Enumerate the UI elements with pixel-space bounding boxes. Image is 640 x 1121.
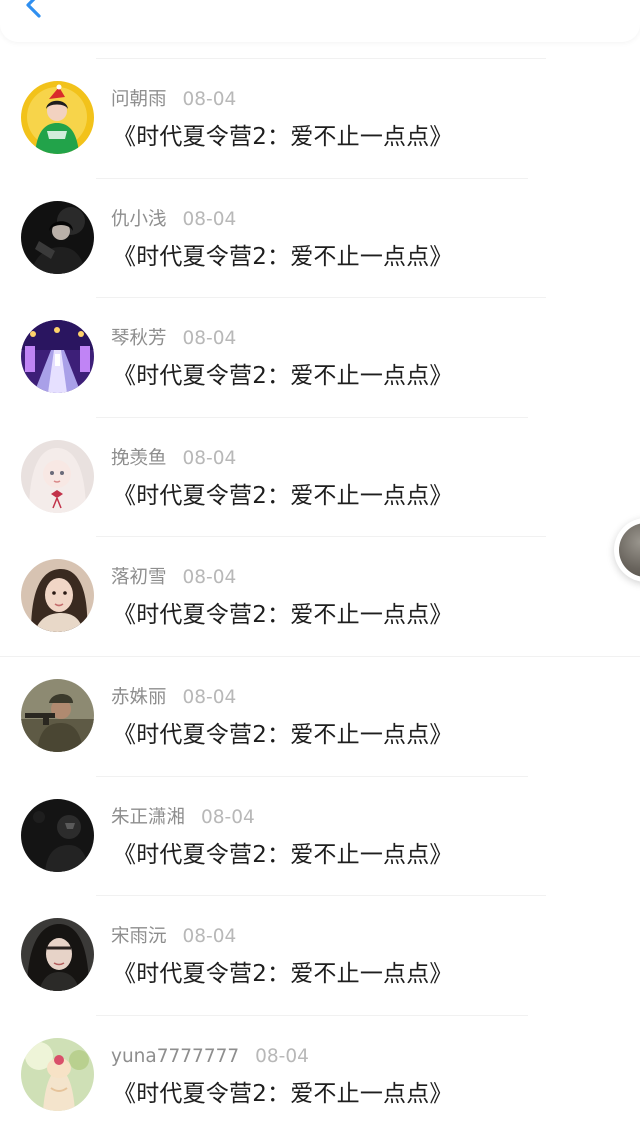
comment-meta: 朱正潇湘 08-04 <box>111 806 255 830</box>
selfie-woman-avatar[interactable] <box>21 918 94 991</box>
comment-text: 《时代夏令营2：爱不止一点点》 <box>113 602 453 628</box>
username[interactable]: 挽羡鱼 <box>111 448 167 469</box>
comment-row[interactable]: 问朝雨 08-04 《时代夏令营2：爱不止一点点》 <box>0 81 640 201</box>
row-divider <box>96 297 546 298</box>
comment-date: 08-04 <box>182 926 237 947</box>
comment-meta: 挽羡鱼 08-04 <box>111 447 236 471</box>
comment-row[interactable]: 仇小浅 08-04 《时代夏令营2：爱不止一点点》 <box>0 201 640 321</box>
username[interactable]: 落初雪 <box>111 567 167 588</box>
dessert-avatar[interactable] <box>21 1038 94 1111</box>
comment-text: 《时代夏令营2：爱不止一点点》 <box>113 244 453 270</box>
username[interactable]: 宋雨沅 <box>111 926 167 947</box>
comment-date: 08-04 <box>182 567 237 588</box>
top-bar <box>0 0 640 42</box>
comment-text: 《时代夏令营2：爱不止一点点》 <box>113 842 453 868</box>
comment-date: 08-04 <box>182 209 237 230</box>
comment-text: 《时代夏令营2：爱不止一点点》 <box>113 363 453 389</box>
username[interactable]: 仇小浅 <box>111 209 167 230</box>
comment-text: 《时代夏令营2：爱不止一点点》 <box>113 722 453 748</box>
selfie-girl-avatar[interactable] <box>21 559 94 632</box>
chevron-left-icon[interactable] <box>18 0 48 28</box>
comment-meta: yuna7777777 08-04 <box>111 1045 309 1069</box>
username[interactable]: 朱正潇湘 <box>111 807 185 828</box>
comment-meta: 赤姝丽 08-04 <box>111 686 236 710</box>
row-divider <box>96 536 546 537</box>
dark-figure-avatar[interactable] <box>21 799 94 872</box>
comment-date: 08-04 <box>182 687 237 708</box>
row-divider <box>96 776 528 777</box>
comment-row[interactable]: 挽羡鱼 08-04 《时代夏令营2：爱不止一点点》 <box>0 440 640 560</box>
comment-date: 08-04 <box>201 807 255 828</box>
row-divider <box>96 1015 528 1016</box>
comment-text: 《时代夏令营2：爱不止一点点》 <box>113 1081 453 1107</box>
comment-text: 《时代夏令营2：爱不止一点点》 <box>113 961 453 987</box>
comment-date: 08-04 <box>182 328 237 349</box>
floating-avatar-image <box>619 523 640 577</box>
pale-doll-avatar[interactable] <box>21 440 94 513</box>
dark-portrait-avatar[interactable] <box>21 201 94 274</box>
comment-date: 08-04 <box>255 1046 309 1067</box>
comment-row[interactable]: 宋雨沅 08-04 《时代夏令营2：爱不止一点点》 <box>0 918 640 1038</box>
comment-meta: 琴秋芳 08-04 <box>111 327 236 351</box>
comment-row[interactable]: 朱正潇湘 08-04 《时代夏令营2：爱不止一点点》 <box>0 799 640 919</box>
comment-text: 《时代夏令营2：爱不止一点点》 <box>113 483 453 509</box>
row-divider <box>0 656 640 657</box>
username[interactable]: 赤姝丽 <box>111 687 167 708</box>
comment-meta: 宋雨沅 08-04 <box>111 925 236 949</box>
row-divider <box>96 417 528 418</box>
username[interactable]: 琴秋芳 <box>111 328 167 349</box>
comment-row[interactable]: 落初雪 08-04 《时代夏令营2：爱不止一点点》 <box>0 559 640 679</box>
purple-hall-avatar[interactable] <box>21 320 94 393</box>
comment-date: 08-04 <box>182 448 237 469</box>
comment-meta: 仇小浅 08-04 <box>111 208 236 232</box>
username[interactable]: yuna7777777 <box>111 1046 239 1067</box>
row-divider <box>96 895 546 896</box>
comment-meta: 问朝雨 08-04 <box>111 88 236 112</box>
row-divider <box>96 178 528 179</box>
comment-meta: 落初雪 08-04 <box>111 566 236 590</box>
green-costume-avatar[interactable] <box>21 81 94 154</box>
comment-list-page: 问朝雨 08-04 《时代夏令营2：爱不止一点点》 仇小浅 08-04 《时代夏令营… <box>0 0 640 1121</box>
comment-date: 08-04 <box>182 89 237 110</box>
username[interactable]: 问朝雨 <box>111 89 167 110</box>
comment-row[interactable]: 琴秋芳 08-04 《时代夏令营2：爱不止一点点》 <box>0 320 640 440</box>
soldier-avatar[interactable] <box>21 679 94 752</box>
comment-row[interactable]: 赤姝丽 08-04 《时代夏令营2：爱不止一点点》 <box>0 679 640 799</box>
comment-text: 《时代夏令营2：爱不止一点点》 <box>113 124 453 150</box>
row-divider <box>96 58 546 59</box>
comment-row[interactable]: yuna7777777 08-04 《时代夏令营2：爱不止一点点》 <box>0 1038 640 1121</box>
